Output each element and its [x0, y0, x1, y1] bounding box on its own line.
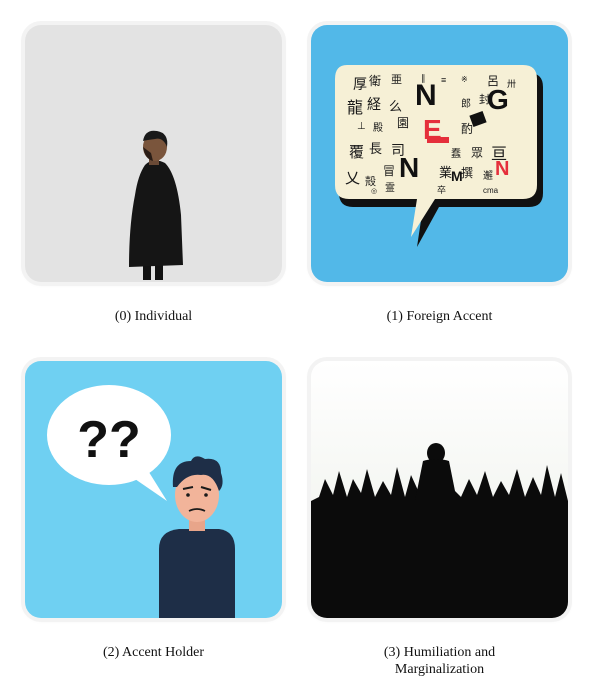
svg-text:撰: 撰	[461, 166, 473, 180]
bubble-letter: G	[487, 84, 509, 115]
svg-text:≡: ≡	[441, 75, 446, 85]
svg-text:殻: 殻	[365, 174, 376, 188]
svg-text:蠢: 蠢	[451, 147, 461, 160]
bubble-letter: N	[415, 79, 437, 112]
individual-illustration	[25, 25, 282, 282]
humiliation-illustration	[311, 361, 568, 618]
panel-foreign-accent: 厚衛 亜 ∥ ≡ ※ 呂卅 龍経 么郎 封 ⊥ 殿園 酌覆 長司 蠢眾 亘冒 業撰 邂…	[311, 25, 568, 282]
svg-text:龍: 龍	[347, 99, 363, 117]
svg-text:衛: 衛	[369, 74, 381, 88]
panel-humiliation	[311, 361, 568, 618]
svg-text:乂: 乂	[345, 170, 360, 187]
svg-text:経: 経	[367, 96, 381, 112]
svg-text:◎: ◎	[371, 188, 377, 195]
bubble-letter: N	[495, 158, 509, 180]
caption-humiliation: (3) Humiliation and Marginalization	[311, 644, 568, 678]
caption-humiliation-line1: (3) Humiliation and	[383, 645, 496, 660]
caption-foreign-accent: (1) Foreign Accent	[386, 309, 493, 324]
svg-text:殿: 殿	[373, 122, 383, 134]
svg-text:冒: 冒	[383, 164, 395, 178]
svg-text:亜: 亜	[391, 74, 402, 86]
svg-text:cma: cma	[483, 186, 499, 195]
caption-accent-holder: (2) Accent Holder	[102, 645, 205, 660]
svg-text:厚: 厚	[353, 76, 367, 92]
svg-text:眾: 眾	[471, 146, 483, 160]
svg-text:郎: 郎	[461, 97, 471, 110]
panel-accent-holder: ??	[25, 361, 282, 618]
caption-individual: (0) Individual	[114, 309, 193, 324]
foreign-accent-illustration: 厚衛 亜 ∥ ≡ ※ 呂卅 龍経 么郎 封⊥ 殿園 酌覆 長司 蠢眾 亘冒 業撰 邂…	[311, 25, 568, 282]
svg-text:園: 園	[397, 116, 409, 130]
svg-text:⊥: ⊥	[357, 121, 366, 132]
accent-holder-illustration: ??	[25, 361, 282, 618]
caption-humiliation-line2: Marginalization	[394, 662, 485, 677]
panel-individual	[25, 25, 282, 282]
svg-text:霊: 霊	[385, 182, 395, 194]
bubble-letter: N	[399, 152, 419, 183]
svg-text:覆: 覆	[349, 144, 364, 161]
question-marks: ??	[77, 411, 141, 469]
svg-text:酌: 酌	[461, 122, 473, 136]
svg-text:長: 長	[369, 141, 382, 156]
svg-text:卒: 卒	[437, 184, 446, 195]
svg-text:※: ※	[461, 75, 468, 84]
svg-text:么: 么	[389, 99, 402, 114]
svg-text:邂: 邂	[483, 170, 493, 182]
bubble-letter: M	[451, 168, 463, 184]
